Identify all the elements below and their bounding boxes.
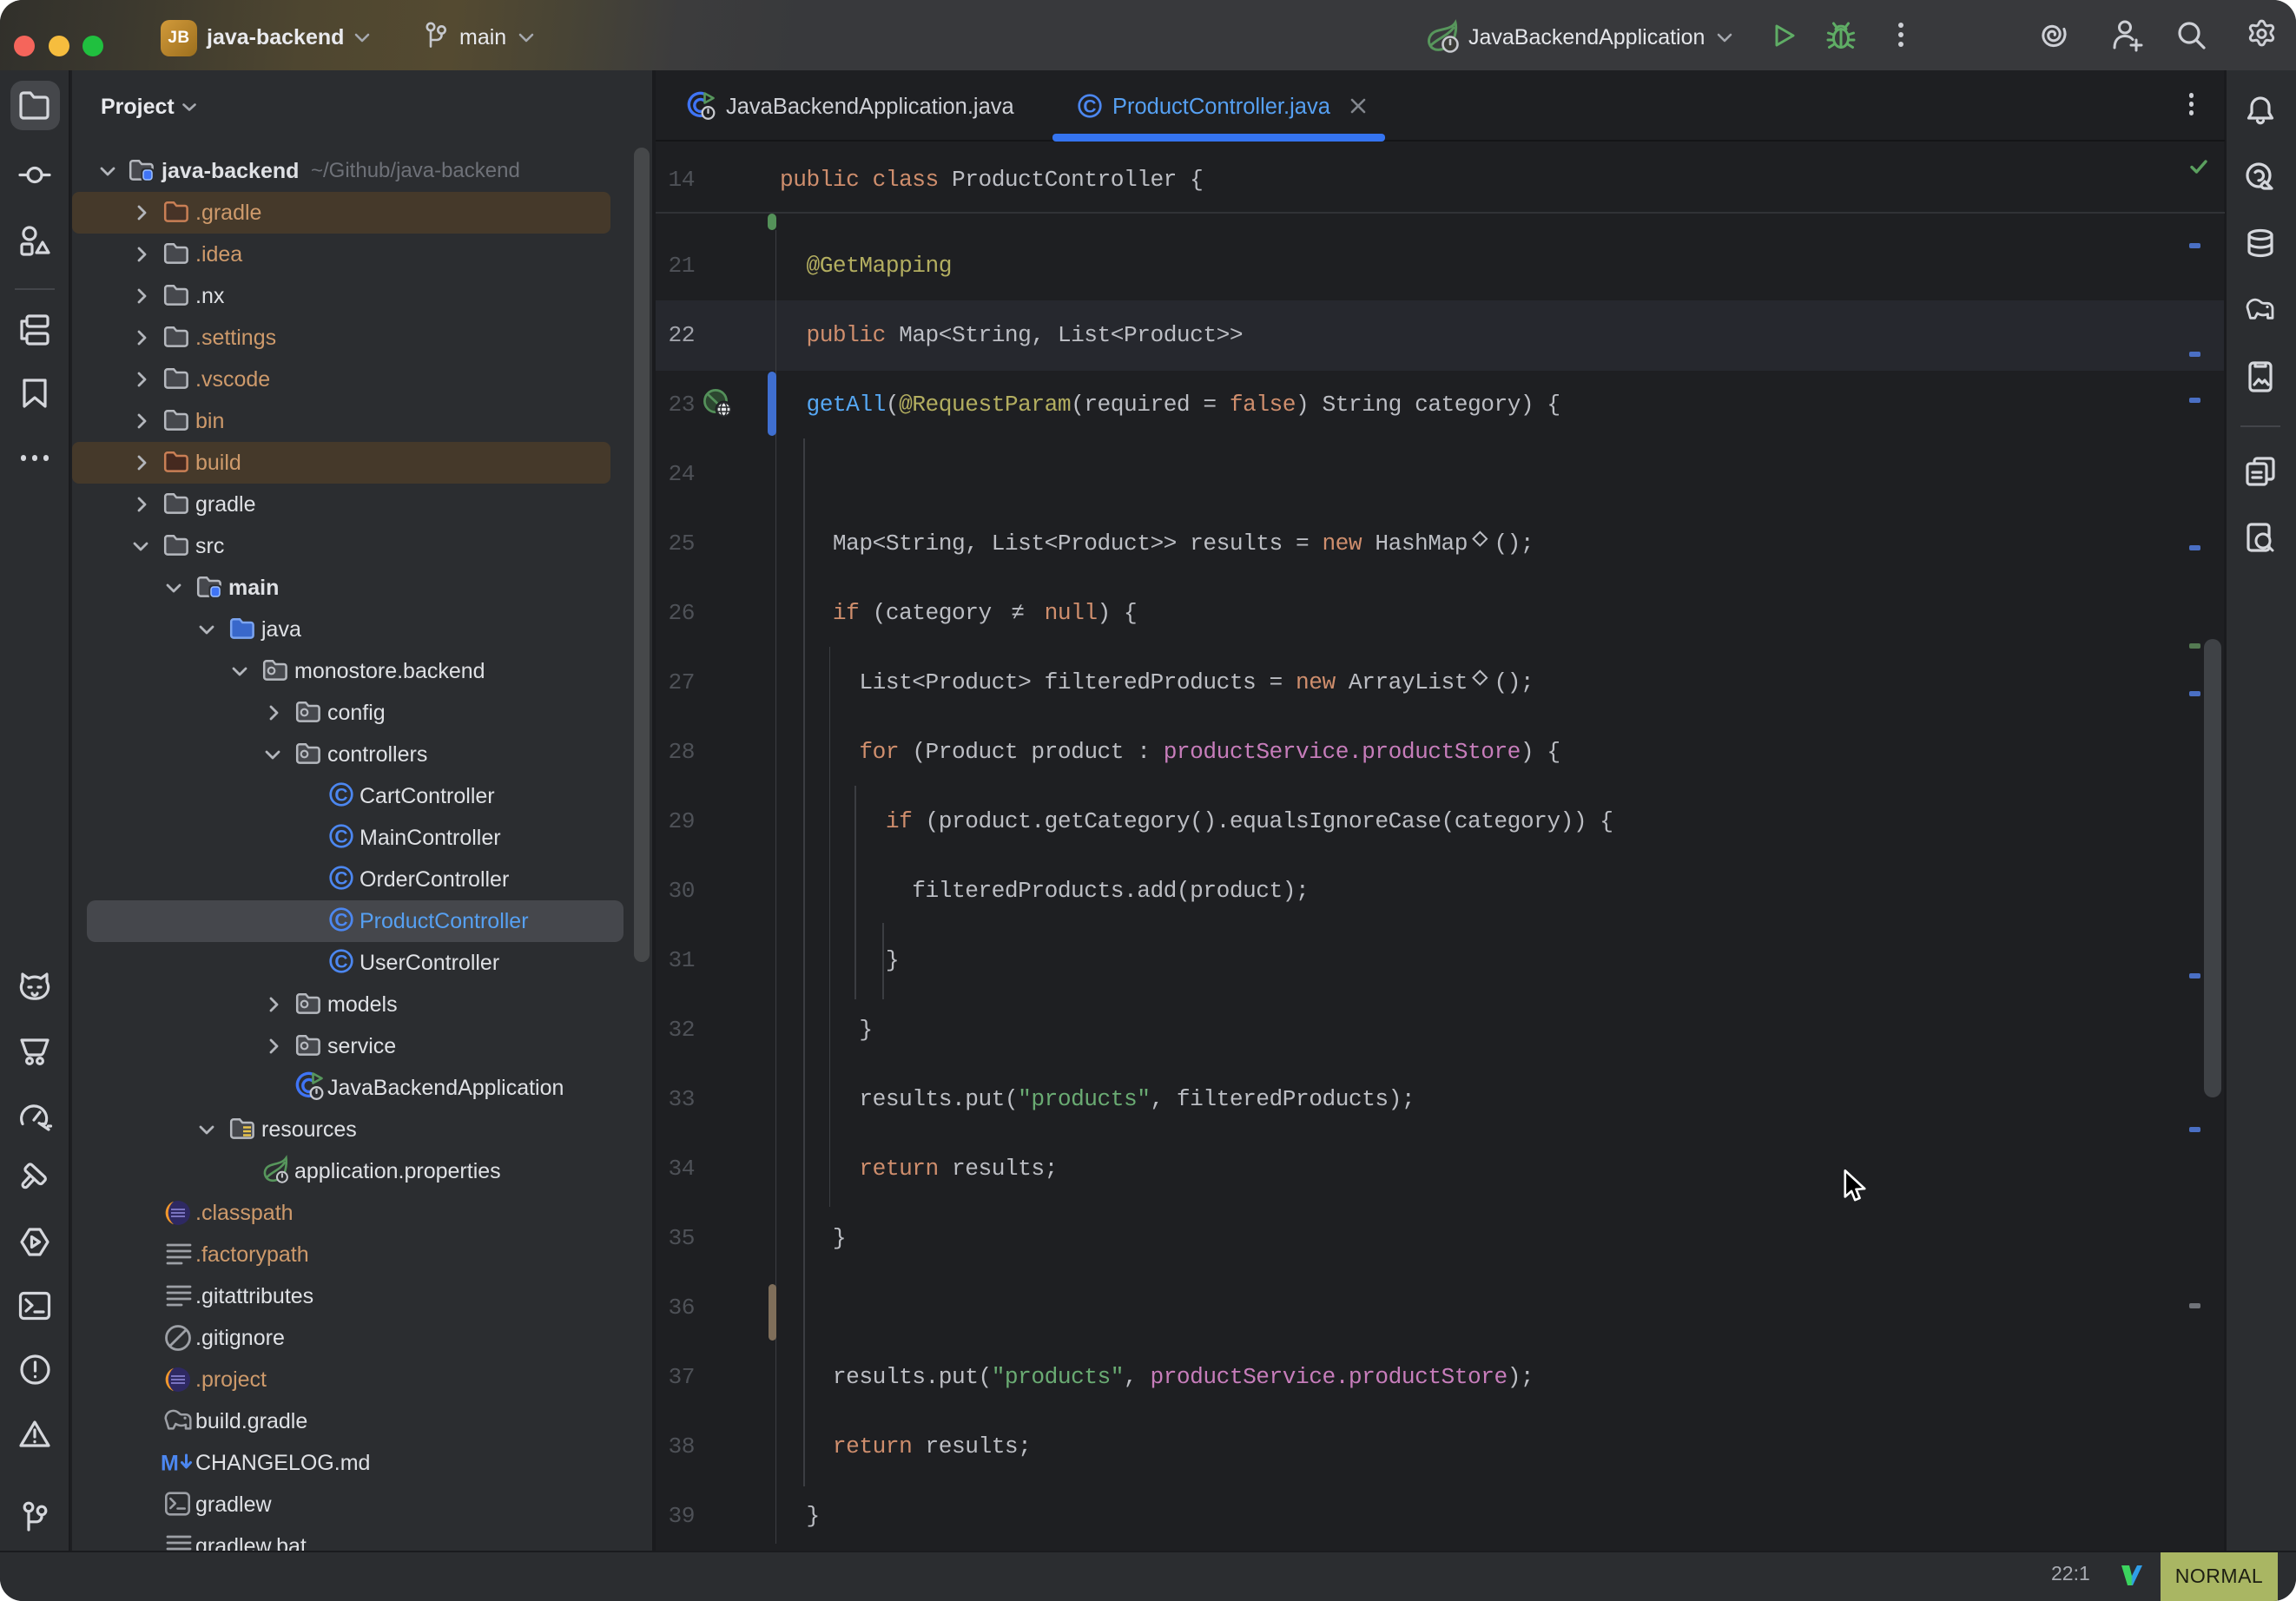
svg-text:C: C xyxy=(334,952,347,972)
svg-text:C: C xyxy=(334,911,347,931)
svg-text:M: M xyxy=(161,1452,179,1476)
svg-text:C: C xyxy=(334,869,347,889)
svg-text:C: C xyxy=(1083,97,1096,117)
svg-text:C: C xyxy=(334,827,347,847)
svg-text:C: C xyxy=(334,786,347,806)
